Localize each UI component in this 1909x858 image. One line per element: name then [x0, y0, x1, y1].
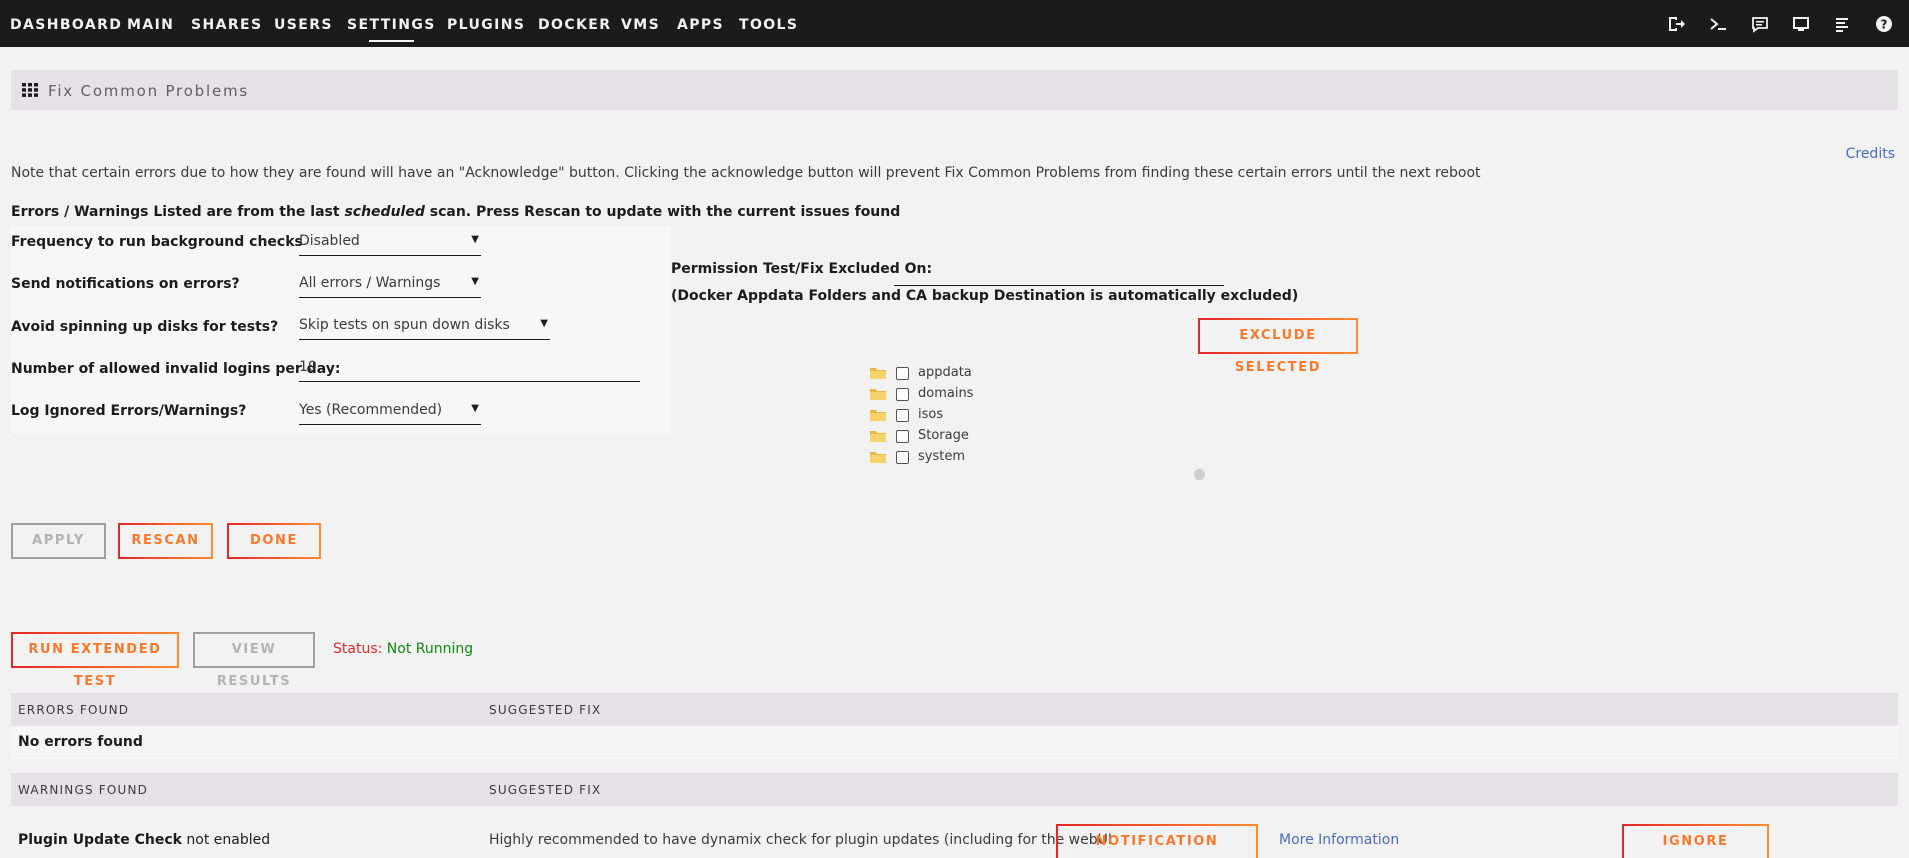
folder-icon — [870, 410, 886, 421]
folder-label: Storage — [918, 428, 969, 443]
feedback-icon[interactable] — [1751, 15, 1769, 33]
nav-tools[interactable]: TOOLS — [739, 17, 798, 33]
folder-label: system — [918, 449, 965, 464]
top-nav: DASHBOARD MAIN SHARES USERS SETTINGS PLU… — [0, 0, 1909, 47]
permission-excluded-input[interactable] — [894, 285, 1224, 286]
frequency-select[interactable]: Disabled ▼ — [299, 230, 481, 256]
log-ignored-value: Yes (Recommended) — [299, 402, 443, 418]
folder-label: isos — [918, 407, 944, 422]
last-scan-em: scheduled — [344, 204, 425, 220]
nav-vms[interactable]: VMS — [621, 17, 660, 33]
warning-suggested-fix: Highly recommended to have dynamix check… — [489, 832, 1112, 848]
folder-label: appdata — [918, 365, 972, 380]
last-scan-pre: Errors / Warnings Listed are from the la… — [11, 204, 345, 220]
nav-shares[interactable]: SHARES — [191, 17, 262, 33]
warnings-found-header: WARNINGS FOUND — [18, 783, 149, 797]
warning-detail: not enabled — [181, 832, 271, 848]
folder-checkbox[interactable] — [896, 430, 909, 443]
errors-table-header: ERRORS FOUND SUGGESTED FIX — [11, 693, 1898, 726]
folder-row-domains: domains — [870, 386, 1070, 407]
log-icon[interactable] — [1833, 15, 1851, 33]
folder-label: domains — [918, 386, 974, 401]
spinning-label: Avoid spinning up disks for tests? — [11, 319, 279, 335]
permission-excluded-label: Permission Test/Fix Excluded On: — [671, 261, 933, 277]
folder-row-appdata: appdata — [870, 365, 1070, 386]
apply-button[interactable]: APPLY — [11, 523, 106, 559]
folder-icon — [870, 452, 886, 463]
page-title-bar: Fix Common Problems — [11, 70, 1898, 110]
nav-plugins[interactable]: PLUGINS — [447, 17, 525, 33]
status-label: Status: — [333, 641, 383, 657]
terminal-icon[interactable] — [1709, 15, 1727, 33]
webgui-icon[interactable] — [1792, 15, 1810, 33]
folder-icon — [870, 368, 886, 379]
suggested-fix-header: SUGGESTED FIX — [489, 783, 602, 797]
dropdown-arrow-icon: ▼ — [540, 318, 548, 329]
dropdown-arrow-icon: ▼ — [471, 276, 479, 287]
no-errors-text: No errors found — [18, 734, 143, 750]
notification-settings-button[interactable]: NOTIFICATION SETTINGS — [1056, 824, 1258, 858]
rescan-button[interactable]: RESCAN — [118, 523, 213, 559]
spinning-value: Skip tests on spun down disks — [299, 317, 510, 333]
folder-row-system: system — [870, 449, 1070, 470]
log-ignored-select[interactable]: Yes (Recommended) ▼ — [299, 399, 481, 425]
logout-icon[interactable] — [1667, 15, 1685, 33]
extended-test-status: Status: Not Running — [333, 641, 473, 657]
dropdown-arrow-icon: ▼ — [471, 234, 479, 245]
nav-apps[interactable]: APPS — [677, 17, 724, 33]
folder-row-storage: Storage — [870, 428, 1070, 449]
suggested-fix-header: SUGGESTED FIX — [489, 703, 602, 717]
folder-checkbox[interactable] — [896, 409, 909, 422]
settings-panel: Frequency to run background checks Disab… — [11, 226, 671, 433]
last-scan-post: scan. Press Rescan to update with the cu… — [424, 204, 901, 220]
folder-checkbox[interactable] — [896, 388, 909, 401]
last-scan-note: Errors / Warnings Listed are from the la… — [11, 204, 900, 220]
warnings-table-header: WARNINGS FOUND SUGGESTED FIX — [11, 773, 1898, 806]
dropdown-arrow-icon: ▼ — [471, 403, 479, 414]
run-extended-test-button[interactable]: RUN EXTENDED TEST — [11, 632, 179, 689]
help-icon[interactable]: ? — [1875, 15, 1893, 33]
errors-table-row: No errors found — [11, 726, 1898, 759]
notifications-value: All errors / Warnings — [299, 275, 441, 291]
folder-checkbox[interactable] — [896, 367, 909, 380]
loading-dot-icon — [1194, 469, 1205, 480]
ignore-warning-button[interactable]: IGNORE WARNING — [1622, 824, 1769, 858]
done-button[interactable]: DONE — [227, 523, 321, 559]
errors-found-header: ERRORS FOUND — [18, 703, 130, 717]
nav-main[interactable]: MAIN — [127, 17, 174, 33]
notifications-label: Send notifications on errors? — [11, 276, 240, 292]
svg-text:?: ? — [1881, 18, 1888, 32]
logins-input[interactable]: 10 — [299, 356, 640, 382]
frequency-value: Disabled — [299, 233, 360, 249]
nav-settings[interactable]: SETTINGS — [347, 17, 436, 42]
nav-dashboard[interactable]: DASHBOARD — [10, 17, 122, 33]
warning-name: Plugin Update Check — [18, 832, 182, 848]
view-results-button[interactable]: VIEW RESULTS — [193, 632, 315, 689]
nav-docker[interactable]: DOCKER — [538, 17, 611, 33]
exclude-selected-button[interactable]: EXCLUDE SELECTED — [1198, 318, 1358, 375]
more-information-link[interactable]: More Information — [1279, 832, 1399, 848]
spinning-select[interactable]: Skip tests on spun down disks ▼ — [299, 314, 550, 340]
folder-icon — [870, 431, 886, 442]
nav-users[interactable]: USERS — [274, 17, 333, 33]
status-value: Not Running — [386, 641, 474, 657]
folder-row-isos: isos — [870, 407, 1070, 428]
acknowledge-note: Note that certain errors due to how they… — [11, 165, 1481, 181]
warning-row: Plugin Update Check not enabled Highly r… — [11, 806, 1898, 858]
folder-icon — [870, 389, 886, 400]
logins-label: Number of allowed invalid logins per day… — [11, 361, 341, 377]
page-title: Fix Common Problems — [48, 82, 250, 100]
folder-checkbox[interactable] — [896, 451, 909, 464]
notifications-select[interactable]: All errors / Warnings ▼ — [299, 272, 481, 298]
warning-title: Plugin Update Check not enabled — [18, 832, 270, 848]
credits-link[interactable]: Credits — [1846, 146, 1895, 162]
frequency-label: Frequency to run background checks — [11, 234, 303, 250]
permission-note: (Docker Appdata Folders and CA backup De… — [671, 288, 1299, 304]
grid-icon — [22, 83, 38, 97]
log-ignored-label: Log Ignored Errors/Warnings? — [11, 403, 247, 419]
